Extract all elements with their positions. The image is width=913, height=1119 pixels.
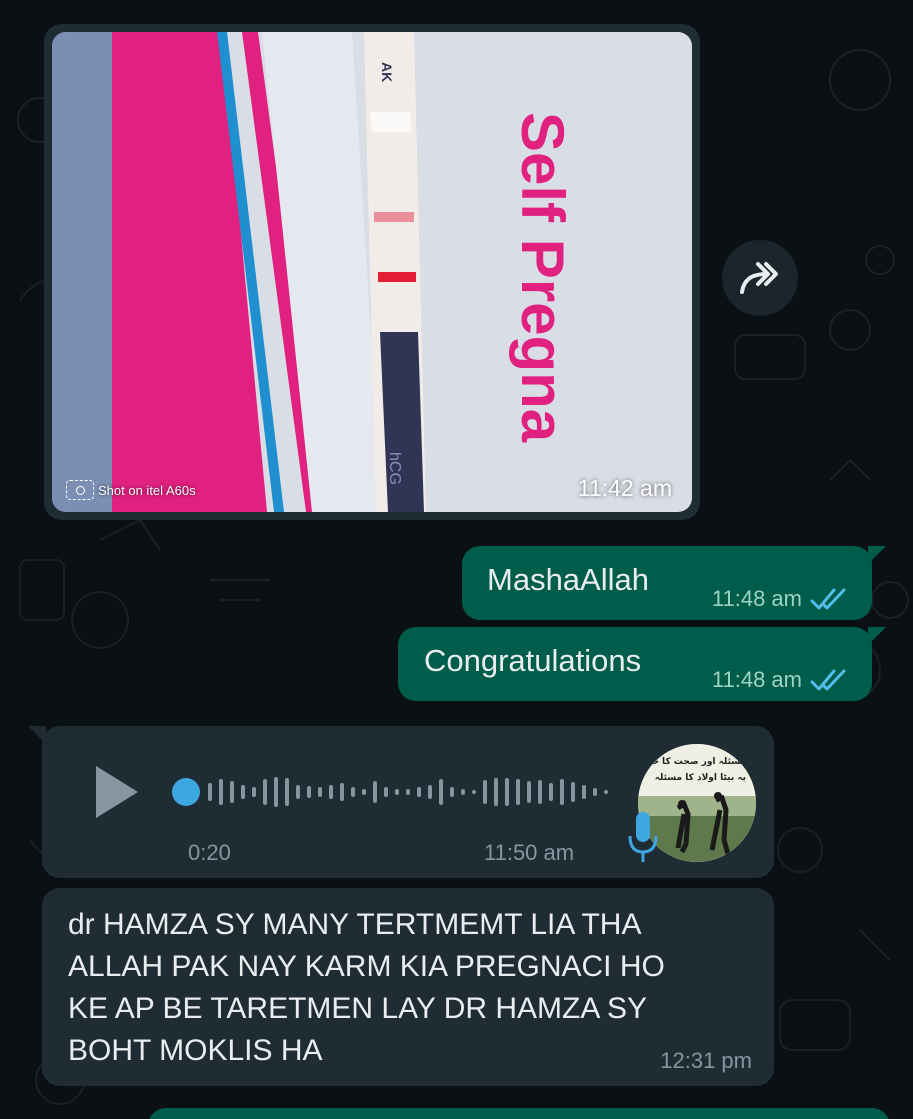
forward-button[interactable] xyxy=(722,240,798,316)
voice-progress-knob[interactable] xyxy=(172,778,200,806)
watermark-text: Shot on itel A60s xyxy=(98,482,196,498)
waveform-bar xyxy=(395,789,399,795)
message-timestamp: 11:48 am xyxy=(711,586,802,611)
waveform-bar xyxy=(208,783,212,801)
waveform-bar xyxy=(472,790,476,794)
message-text: dr HAMZA SY MANY TERTMEMT LIA THA ALLAH … xyxy=(68,908,665,1067)
waveform-bar xyxy=(219,779,223,805)
waveform-bar xyxy=(461,789,465,795)
waveform-bar xyxy=(604,790,608,794)
waveform-bar xyxy=(593,788,597,796)
double-check-icon xyxy=(810,588,846,610)
waveform-bar xyxy=(241,785,245,799)
microphone-icon xyxy=(628,812,658,862)
forward-icon xyxy=(740,262,778,294)
image-message-bubble[interactable]: AK hCG Self Pregna Shot on itel A60s 11:… xyxy=(44,24,700,520)
avatar-caption-1: مسئلہ اور صحت کا حل xyxy=(644,757,746,767)
message-text: MashaAllah xyxy=(487,562,649,597)
waveform-bar xyxy=(439,779,443,805)
waveform-bar xyxy=(230,781,234,803)
waveform-bar xyxy=(285,778,289,806)
voice-waveform[interactable] xyxy=(170,770,640,814)
message-timestamp: 12:31 pm xyxy=(660,1048,752,1073)
photo-text: Self Pregna xyxy=(509,112,576,443)
waveform-bar xyxy=(428,785,432,799)
waveform-bar xyxy=(538,780,542,804)
waveform-bar xyxy=(263,779,267,805)
camera-icon xyxy=(66,480,94,500)
strip-label-bottom: hCG xyxy=(386,452,403,485)
waveform-bar xyxy=(505,778,509,806)
waveform-bar xyxy=(362,789,366,795)
photo-watermark: Shot on itel A60s xyxy=(66,480,196,500)
waveform-bar xyxy=(494,778,498,806)
waveform-bar xyxy=(329,785,333,799)
avatar-caption-2: یہ بیٹا اولاد کا مسئلہ xyxy=(655,773,746,783)
waveform-bar xyxy=(373,781,377,803)
double-check-icon xyxy=(810,669,846,691)
waveform-bar xyxy=(274,777,278,807)
waveform-bar xyxy=(560,779,564,805)
waveform-bar xyxy=(582,785,586,799)
message-timestamp: 11:48 am xyxy=(711,667,802,692)
waveform-bar xyxy=(549,783,553,801)
play-button[interactable] xyxy=(92,762,142,822)
waveform-bar xyxy=(527,781,531,803)
waveform-bar xyxy=(406,789,410,795)
waveform-bar xyxy=(296,785,300,799)
voice-timestamp: 11:50 am xyxy=(484,840,575,865)
voice-duration: 0:20 xyxy=(188,840,231,865)
waveform-bar xyxy=(417,787,421,797)
message-text: Congratulations xyxy=(424,643,642,678)
outgoing-message[interactable]: Congratulations 11:48 am xyxy=(398,627,886,701)
waveform-bar xyxy=(483,780,487,804)
waveform-bar xyxy=(351,787,355,797)
outgoing-message[interactable]: MashaAllah 11:48 am xyxy=(462,546,886,620)
strip-label-top: AK xyxy=(379,62,395,82)
image-timestamp: 11:42 am xyxy=(577,475,672,501)
voice-message-bubble[interactable]: 0:20 11:50 am مسئلہ اور صحت کا حل یہ بیٹ… xyxy=(28,726,774,878)
waveform-bar xyxy=(252,787,256,797)
waveform-bar xyxy=(340,783,344,801)
pregnancy-test-photo[interactable]: AK hCG Self Pregna xyxy=(52,32,692,512)
waveform-bar xyxy=(450,787,454,797)
waveform-bar xyxy=(318,787,322,797)
waveform-bar xyxy=(384,787,388,797)
waveform-bar xyxy=(571,782,575,802)
outgoing-message-partial[interactable] xyxy=(148,1108,890,1119)
waveform-bar xyxy=(516,779,520,805)
waveform-bar xyxy=(307,786,311,798)
incoming-message[interactable]: dr HAMZA SY MANY TERTMEMT LIA THA ALLAH … xyxy=(42,888,774,1086)
